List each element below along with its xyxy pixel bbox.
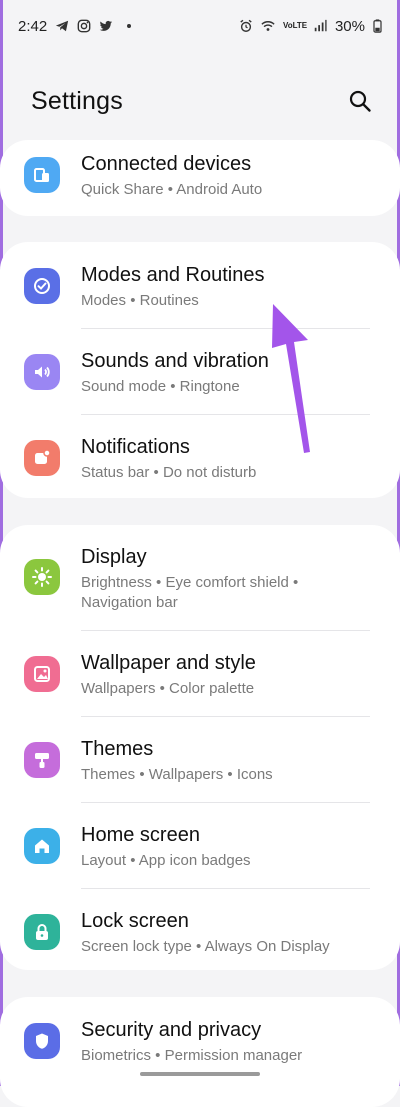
settings-item-themes[interactable]: Themes Themes • Wallpapers • Icons xyxy=(0,737,400,797)
item-title: Notifications xyxy=(81,436,190,458)
settings-item-display[interactable]: Display Brightness • Eye comfort shield … xyxy=(0,545,400,629)
battery-icon xyxy=(373,19,382,33)
settings-item-modes-and-routines[interactable]: Modes and Routines Modes • Routines xyxy=(0,263,400,323)
item-subtitle-line2: Navigation bar xyxy=(81,594,178,611)
item-subtitle: Screen lock type • Always On Display xyxy=(81,938,330,955)
item-subtitle: Biometrics • Permission manager xyxy=(81,1047,303,1064)
settings-group-4: Security and privacy Biometrics • Permis… xyxy=(0,997,400,1107)
item-subtitle: Wallpapers • Color palette xyxy=(81,680,255,697)
wallpaper-icon xyxy=(24,656,60,692)
item-subtitle: Modes • Routines xyxy=(81,292,199,309)
settings-item-sounds-and-vibration[interactable]: Sounds and vibration Sound mode • Ringto… xyxy=(0,349,400,409)
item-title: Themes xyxy=(81,738,154,760)
divider xyxy=(81,328,370,329)
settings-item-lock-screen[interactable]: Lock screen Screen lock type • Always On… xyxy=(0,909,400,969)
item-subtitle: Themes • Wallpapers • Icons xyxy=(81,766,273,783)
signal-icon xyxy=(314,19,327,32)
header: Settings xyxy=(31,78,376,124)
alarm-icon xyxy=(240,19,252,32)
divider xyxy=(81,716,370,717)
divider xyxy=(81,802,370,803)
item-subtitle: Layout • App icon badges xyxy=(81,852,251,869)
telegram-icon xyxy=(56,20,69,32)
instagram-icon xyxy=(77,19,91,33)
status-bar-right: VoLTE 30% xyxy=(239,18,382,35)
annotation-arrow xyxy=(272,304,310,453)
status-bar: 2:42 VoLTE 30% xyxy=(0,0,400,52)
home-indicator[interactable] xyxy=(140,1072,260,1076)
home-icon xyxy=(24,828,60,864)
security-icon xyxy=(24,1023,60,1059)
item-title: Lock screen xyxy=(81,910,189,932)
settings-group-1: Connected devices Quick Share • Android … xyxy=(0,140,400,216)
item-title: Modes and Routines xyxy=(81,264,265,286)
twitter-icon xyxy=(99,20,113,31)
page-title: Settings xyxy=(31,86,123,115)
settings-item-wallpaper-and-style[interactable]: Wallpaper and style Wallpapers • Color p… xyxy=(0,651,400,711)
lock-icon xyxy=(24,914,60,950)
connected-devices-icon xyxy=(24,157,60,193)
search-button[interactable] xyxy=(344,85,376,117)
item-title: Connected devices xyxy=(81,153,252,175)
item-title: Security and privacy xyxy=(81,1019,262,1041)
settings-item-notifications[interactable]: Notifications Status bar • Do not distur… xyxy=(0,435,400,495)
settings-group-2: Modes and Routines Modes • Routines Soun… xyxy=(0,242,400,498)
divider xyxy=(81,414,370,415)
item-subtitle: Sound mode • Ringtone xyxy=(81,378,240,395)
themes-icon xyxy=(24,742,60,778)
wifi-icon xyxy=(261,21,275,31)
status-time: 2:42 xyxy=(18,17,48,35)
item-title: Sounds and vibration xyxy=(81,350,269,372)
status-bar-left: 2:42 xyxy=(18,17,132,35)
settings-group-3: Display Brightness • Eye comfort shield … xyxy=(0,525,400,970)
volte-icon: VoLTE xyxy=(282,21,308,30)
search-icon xyxy=(349,90,371,112)
divider xyxy=(81,888,370,889)
item-title: Display xyxy=(81,546,147,568)
sound-icon xyxy=(24,354,60,390)
modes-routines-icon xyxy=(24,268,60,304)
display-icon xyxy=(24,559,60,595)
item-subtitle: Status bar • Do not disturb xyxy=(81,464,257,481)
battery-text: 30% xyxy=(334,17,365,35)
item-title: Home screen xyxy=(81,824,200,846)
item-subtitle: Quick Share • Android Auto xyxy=(81,181,263,198)
notifications-icon xyxy=(24,440,60,476)
divider xyxy=(81,630,370,631)
notification-dot xyxy=(127,24,132,28)
settings-item-connected-devices[interactable]: Connected devices Quick Share • Android … xyxy=(0,152,400,212)
settings-item-home-screen[interactable]: Home screen Layout • App icon badges xyxy=(0,823,400,883)
settings-item-security-and-privacy[interactable]: Security and privacy Biometrics • Permis… xyxy=(0,1018,400,1078)
item-subtitle: Brightness • Eye comfort shield • xyxy=(81,574,299,591)
item-title: Wallpaper and style xyxy=(81,652,256,674)
